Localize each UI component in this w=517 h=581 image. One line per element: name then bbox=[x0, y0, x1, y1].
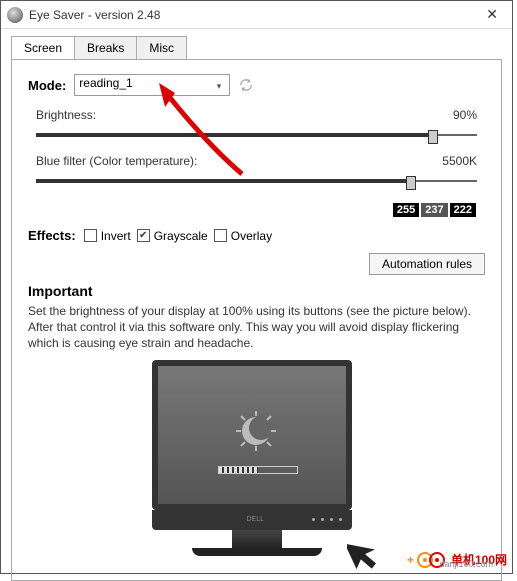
bluefilter-row: Blue filter (Color temperature): 5500K bbox=[36, 154, 477, 190]
moon-icon bbox=[236, 411, 276, 451]
tab-bar: Screen Breaks Misc bbox=[11, 36, 502, 60]
monitor-illustration: DELL bbox=[152, 360, 362, 556]
effects-label: Effects: bbox=[28, 228, 76, 243]
close-button[interactable]: ✕ bbox=[478, 4, 506, 25]
rgb-readout: 255237222 bbox=[36, 200, 477, 218]
important-heading: Important bbox=[28, 283, 485, 299]
checkbox-overlay[interactable]: Overlay bbox=[214, 229, 272, 243]
effects-row: Effects: Invert ✔ Grayscale Overlay bbox=[28, 228, 485, 243]
mode-select-value: reading_1 bbox=[79, 76, 132, 90]
slider-thumb[interactable] bbox=[428, 130, 438, 144]
checkbox-box: ✔ bbox=[137, 229, 150, 242]
bluefilter-value: 5500K bbox=[442, 154, 477, 168]
checkbox-label: Invert bbox=[101, 229, 131, 243]
chevron-down-icon: ▾ bbox=[217, 81, 222, 92]
rgb-b-value: 222 bbox=[449, 202, 477, 218]
rgb-r-value: 255 bbox=[392, 202, 420, 218]
checkbox-grayscale[interactable]: ✔ Grayscale bbox=[137, 229, 208, 243]
checkbox-box bbox=[214, 229, 227, 242]
checkbox-box bbox=[84, 229, 97, 242]
mode-row: Mode: reading_1 ▾ bbox=[28, 74, 485, 96]
brightness-slider[interactable] bbox=[36, 128, 477, 144]
brightness-value: 90% bbox=[453, 108, 477, 122]
tab-misc[interactable]: Misc bbox=[136, 36, 187, 60]
brightness-label: Brightness: bbox=[36, 108, 96, 122]
tab-panel-screen: Mode: reading_1 ▾ Brightness: 90% Blue f… bbox=[11, 59, 502, 581]
mode-select[interactable]: reading_1 ▾ bbox=[74, 74, 230, 96]
rgb-g-value: 237 bbox=[420, 202, 448, 218]
brightness-row: Brightness: 90% bbox=[36, 108, 477, 144]
titlebar: Eye Saver - version 2.48 ✕ bbox=[1, 1, 512, 29]
checkbox-label: Overlay bbox=[231, 229, 272, 243]
tab-breaks[interactable]: Breaks bbox=[74, 36, 137, 60]
mode-label: Mode: bbox=[28, 78, 66, 93]
bluefilter-label: Blue filter (Color temperature): bbox=[36, 154, 197, 168]
automation-rules-button[interactable]: Automation rules bbox=[369, 253, 485, 275]
checkbox-label: Grayscale bbox=[154, 229, 208, 243]
important-text: Set the brightness of your display at 10… bbox=[28, 303, 485, 352]
refresh-icon[interactable] bbox=[238, 77, 254, 93]
app-window: Eye Saver - version 2.48 ✕ Screen Breaks… bbox=[0, 0, 513, 574]
tab-screen[interactable]: Screen bbox=[11, 36, 75, 60]
app-icon bbox=[7, 7, 23, 23]
bluefilter-slider[interactable] bbox=[36, 174, 477, 190]
osd-progress-icon bbox=[218, 466, 298, 474]
checkbox-invert[interactable]: Invert bbox=[84, 229, 131, 243]
window-title: Eye Saver - version 2.48 bbox=[29, 8, 478, 22]
slider-thumb[interactable] bbox=[406, 176, 416, 190]
